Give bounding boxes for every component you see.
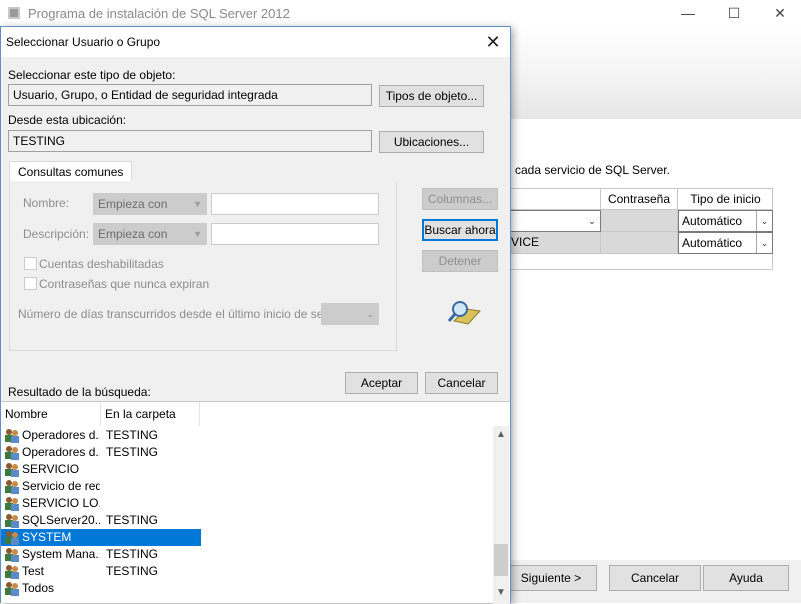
chevron-down-icon: ⌄ (366, 309, 374, 319)
disabled-accounts-checkbox (24, 257, 37, 270)
stop-button: Detener (422, 250, 498, 272)
dialog-titlebar: Seleccionar Usuario o Grupo ✕ (1, 27, 510, 57)
chevron-down-icon: ⌄ (756, 211, 772, 231)
results-scrollbar[interactable]: ▲ ▼ (493, 426, 509, 604)
result-name: SERVICIO (22, 462, 80, 476)
chevron-down-icon: ▼ (193, 199, 202, 209)
result-row[interactable]: Test TESTING (1, 563, 201, 580)
dialog-close-button[interactable]: ✕ (480, 29, 506, 55)
grid-header-account (506, 189, 601, 210)
chevron-down-icon: ▼ (193, 229, 202, 239)
group-users-icon (4, 445, 20, 460)
chevron-down-icon: ⌄ (756, 233, 772, 253)
result-row[interactable]: SERVICIO LO... (1, 495, 201, 512)
result-folder: TESTING (106, 445, 159, 459)
non-expiring-passwords-checkbox (24, 277, 37, 290)
result-name: SQLServer20... (22, 513, 100, 527)
object-types-button[interactable]: Tipos de objeto... (379, 85, 484, 107)
results-column-folder[interactable]: En la carpeta (101, 402, 200, 426)
result-row[interactable]: Operadores d... TESTING (1, 444, 201, 461)
location-label: Desde esta ubicación: (8, 113, 127, 127)
next-button[interactable]: Siguiente > (505, 565, 597, 591)
group-users-icon (4, 496, 20, 511)
location-field: TESTING (8, 130, 372, 152)
result-name: System Mana... (22, 547, 100, 561)
result-row[interactable]: System Mana... TESTING (1, 546, 201, 563)
description-input (211, 223, 379, 245)
scroll-up-icon[interactable]: ▲ (493, 428, 509, 442)
result-name: SYSTEM (22, 530, 72, 544)
result-row[interactable]: SERVICIO (1, 461, 201, 478)
group-users-icon (4, 564, 20, 579)
result-name: Test (22, 564, 45, 578)
scroll-down-icon[interactable]: ▼ (493, 586, 509, 600)
locations-button[interactable]: Ubicaciones... (379, 131, 484, 153)
grid-row1-startup-combo[interactable]: Automático ⌄ (678, 210, 773, 232)
result-row[interactable]: SYSTEM (1, 529, 201, 546)
result-row[interactable]: Todos (1, 580, 201, 597)
accept-button[interactable]: Aceptar (345, 372, 418, 394)
group-users-icon (4, 530, 20, 545)
grid-row1-password (601, 210, 678, 232)
grid-header-password: Contraseña (601, 189, 678, 210)
chevron-down-icon: ⌄ (588, 216, 596, 226)
group-users-icon (4, 428, 20, 443)
grid-row2-startup-combo[interactable]: Automático ⌄ (678, 232, 773, 254)
non-expiring-passwords-label: Contraseñas que nunca expiran (39, 277, 210, 291)
result-name: SERVICIO LO... (22, 496, 100, 510)
setup-cancel-button[interactable]: Cancelar (609, 565, 701, 591)
result-folder: TESTING (106, 547, 159, 561)
group-users-icon (4, 547, 20, 562)
days-since-logon-label: Número de días transcurridos desde el úl… (18, 307, 349, 321)
setup-window-title: Programa de instalación de SQL Server 20… (28, 6, 290, 21)
group-users-icon (4, 479, 20, 494)
name-input (211, 193, 379, 215)
grid-row2-password (601, 232, 678, 254)
close-window-button[interactable]: ✕ (757, 0, 801, 27)
maximize-button[interactable]: ☐ (711, 0, 757, 27)
result-name: Servicio de red (22, 479, 100, 493)
grid-row2-account: VICE (506, 232, 601, 254)
result-name: Operadores d... (22, 445, 100, 459)
disabled-accounts-label: Cuentas deshabilitadas (39, 257, 164, 271)
search-results-list[interactable]: Nombre En la carpeta Operadores d... TEST… (1, 401, 510, 604)
search-now-button[interactable]: Buscar ahora (422, 219, 498, 241)
minimize-button[interactable]: — (665, 0, 711, 27)
setup-titlebar: Programa de instalación de SQL Server 20… (0, 0, 801, 27)
result-folder: TESTING (106, 428, 159, 442)
search-magnifier-icon (447, 301, 482, 325)
dialog-title: Seleccionar Usuario o Grupo (6, 35, 161, 49)
object-type-label: Seleccionar este tipo de objeto: (8, 68, 176, 82)
description-label: Descripción: (23, 227, 90, 241)
name-label: Nombre: (23, 196, 70, 210)
object-type-field: Usuario, Grupo, o Entidad de seguridad i… (8, 84, 372, 106)
group-users-icon (4, 581, 20, 596)
help-button[interactable]: Ayuda (703, 565, 789, 591)
service-accounts-grid: Contraseña Tipo de inicio ⌄ Automático ⌄… (505, 188, 773, 270)
result-row[interactable]: SQLServer20... TESTING (1, 512, 201, 529)
select-user-or-group-dialog: Seleccionar Usuario o Grupo ✕ Selecciona… (0, 26, 511, 604)
results-label: Resultado de la búsqueda: (8, 385, 151, 399)
results-column-name[interactable]: Nombre (1, 402, 101, 426)
result-name: Operadores d... (22, 428, 100, 442)
result-folder: TESTING (106, 513, 159, 527)
cancel-button[interactable]: Cancelar (425, 372, 498, 394)
name-mode-combo: Empieza con ▼ (93, 193, 207, 215)
result-row[interactable]: Operadores d... TESTING (1, 427, 201, 444)
group-users-icon (4, 462, 20, 477)
group-users-icon (4, 513, 20, 528)
result-folder: TESTING (106, 564, 159, 578)
grid-row1-account-combo[interactable]: ⌄ (506, 210, 601, 232)
sql-setup-app-icon (8, 7, 20, 19)
days-since-logon-combo: ⌄ (321, 303, 379, 325)
result-row[interactable]: Servicio de red (1, 478, 201, 495)
grid-header-startup-type: Tipo de inicio (678, 189, 773, 210)
tab-common-queries[interactable]: Consultas comunes (9, 161, 133, 182)
service-accounts-description: cada servicio de SQL Server. (515, 163, 670, 177)
result-name: Todos (22, 581, 55, 595)
description-mode-combo: Empieza con ▼ (93, 223, 207, 245)
scroll-thumb[interactable] (494, 544, 508, 576)
columns-button: Columnas... (422, 188, 498, 210)
